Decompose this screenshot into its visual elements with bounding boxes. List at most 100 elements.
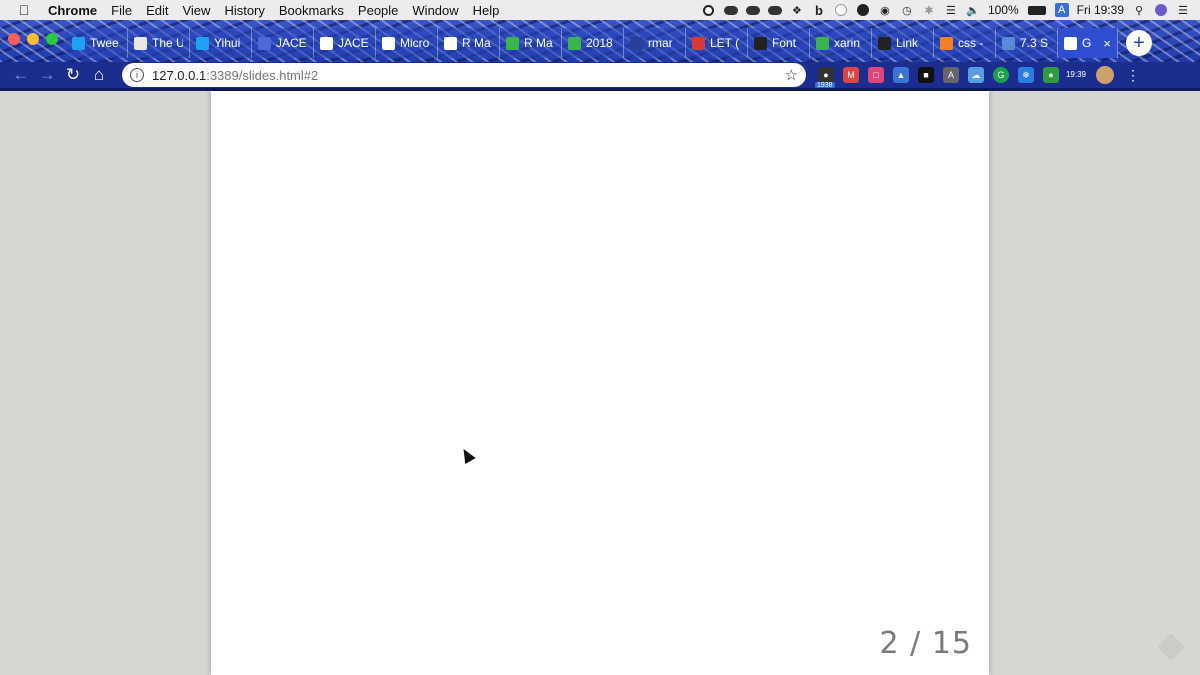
- tab[interactable]: 7.3 S: [996, 28, 1058, 58]
- app-menu[interactable]: Chrome: [48, 3, 104, 18]
- document-icon: [1064, 36, 1077, 50]
- eye-icon[interactable]: ◉: [878, 3, 892, 17]
- menu-people[interactable]: People: [351, 3, 405, 18]
- tab-label: R Ma: [462, 36, 491, 50]
- page-viewport: 2 / 15: [0, 88, 1200, 675]
- spotlight-icon[interactable]: ⚲: [1132, 3, 1146, 17]
- url-path: :3389/slides.html#2: [206, 67, 319, 83]
- home-button[interactable]: ⌂: [86, 63, 112, 87]
- site-icon: [134, 36, 147, 50]
- tab[interactable]: rmar: [624, 28, 686, 58]
- time-machine-icon[interactable]: ◷: [900, 3, 914, 17]
- menu-help[interactable]: Help: [466, 3, 507, 18]
- menu-view[interactable]: View: [175, 3, 217, 18]
- close-tab-icon[interactable]: ×: [1103, 36, 1111, 51]
- cloud-icon[interactable]: [723, 3, 738, 17]
- tab-label: The U: [152, 36, 183, 50]
- document-icon: [382, 36, 395, 50]
- site-info-icon[interactable]: i: [130, 68, 144, 82]
- tab[interactable]: LET (: [686, 28, 748, 58]
- bluetooth-icon[interactable]: ✱: [922, 3, 936, 17]
- record-icon[interactable]: [702, 3, 716, 17]
- tab-label: Font: [772, 36, 797, 50]
- tab[interactable]: Twee: [66, 28, 128, 58]
- cloud-icon[interactable]: [745, 3, 760, 17]
- evernote-icon[interactable]: ●: [1043, 67, 1059, 83]
- gmail-icon[interactable]: M: [843, 67, 859, 83]
- stackoverflow-icon: [940, 36, 953, 50]
- reader-icon[interactable]: A: [943, 67, 959, 83]
- reload-button[interactable]: ↻: [60, 63, 86, 87]
- tab-label: G: [1082, 36, 1092, 50]
- tab[interactable]: JACE: [314, 28, 376, 58]
- minimize-window-button[interactable]: [27, 33, 39, 45]
- site-icon: [258, 36, 271, 50]
- shield-icon[interactable]: ▲: [893, 67, 909, 83]
- bookmark-star-icon[interactable]: ☆: [785, 66, 798, 84]
- back-button[interactable]: ←: [8, 63, 34, 87]
- dropbox-icon[interactable]: ❖: [790, 3, 804, 17]
- tab[interactable]: The U: [128, 28, 190, 58]
- siri-icon[interactable]: [1154, 3, 1168, 17]
- chrome-menu-icon[interactable]: ⋮: [1126, 67, 1140, 84]
- github-icon: [754, 36, 767, 50]
- profile-avatar[interactable]: [1096, 66, 1114, 84]
- tab[interactable]: 2018: [562, 28, 624, 58]
- rstudio-icon: [816, 36, 829, 50]
- r-icon: [1002, 36, 1015, 50]
- menu-history[interactable]: History: [217, 3, 271, 18]
- tab-label: css -: [958, 36, 984, 50]
- volume-icon[interactable]: 🔈: [966, 3, 980, 17]
- moon-icon[interactable]: [856, 3, 870, 17]
- tab[interactable]: Yihui: [190, 28, 252, 58]
- clock-extension-icon[interactable]: 19:39: [1066, 67, 1086, 83]
- tab[interactable]: css -: [934, 28, 996, 58]
- notification-center-icon[interactable]: ☰: [1176, 3, 1190, 17]
- menu-window[interactable]: Window: [405, 3, 465, 18]
- tab[interactable]: Link: [872, 28, 934, 58]
- site-icon: [568, 36, 581, 50]
- slide[interactable]: 2 / 15: [211, 91, 989, 675]
- tab-label: Yihui: [214, 36, 241, 50]
- lock-icon[interactable]: ■: [918, 67, 934, 83]
- document-icon: [320, 36, 333, 50]
- clock[interactable]: Fri 19:39: [1077, 3, 1124, 17]
- browser-toolbar: ← → ↻ ⌂ i 127.0.0.1:3389/slides.html#2 ☆…: [0, 62, 1200, 89]
- grammarly-icon[interactable]: G: [993, 67, 1009, 83]
- zoom-window-button[interactable]: [46, 33, 58, 45]
- circle-icon[interactable]: [834, 3, 848, 17]
- new-tab-button[interactable]: +: [1126, 30, 1152, 56]
- extension-icon[interactable]: ● 1938: [815, 67, 835, 89]
- cloud-extension-icon[interactable]: ☁: [968, 67, 984, 83]
- wifi-icon[interactable]: ☰: [944, 3, 958, 17]
- save-icon[interactable]: □: [868, 67, 884, 83]
- url-host: 127.0.0.1: [152, 67, 207, 83]
- tab-label: 7.3 S: [1020, 36, 1049, 50]
- tab[interactable]: R Ma: [500, 28, 562, 58]
- cloud-icon[interactable]: [767, 3, 782, 17]
- input-source-icon[interactable]: A: [1054, 3, 1069, 17]
- address-bar[interactable]: i 127.0.0.1:3389/slides.html#2 ☆: [122, 63, 806, 87]
- tab[interactable]: R Ma: [438, 28, 500, 58]
- battery-icon[interactable]: [1027, 3, 1047, 17]
- site-icon: [692, 36, 705, 50]
- battery-percent[interactable]: 100%: [988, 3, 1019, 17]
- forward-button[interactable]: →: [34, 63, 60, 87]
- document-icon: [444, 36, 457, 50]
- menu-file[interactable]: File: [104, 3, 139, 18]
- snowflake-icon[interactable]: ❄: [1018, 67, 1034, 83]
- menu-edit[interactable]: Edit: [139, 3, 175, 18]
- tab[interactable]: xarin: [810, 28, 872, 58]
- github-icon: [878, 36, 891, 50]
- tab[interactable]: Micro: [376, 28, 438, 58]
- close-window-button[interactable]: [8, 33, 20, 45]
- tab-list: Twee The U Yihui JACE JACE Micro R Ma R Ma 2018 r…: [66, 28, 1118, 62]
- tab-active[interactable]: G ×: [1058, 28, 1118, 58]
- apple-menu-icon[interactable]: : [0, 2, 48, 18]
- tab-label: Micro: [400, 36, 430, 50]
- b-icon[interactable]: b: [812, 3, 826, 18]
- tab[interactable]: Font: [748, 28, 810, 58]
- tab[interactable]: JACE: [252, 28, 314, 58]
- tab-label: JACE: [338, 36, 369, 50]
- menu-bookmarks[interactable]: Bookmarks: [272, 3, 351, 18]
